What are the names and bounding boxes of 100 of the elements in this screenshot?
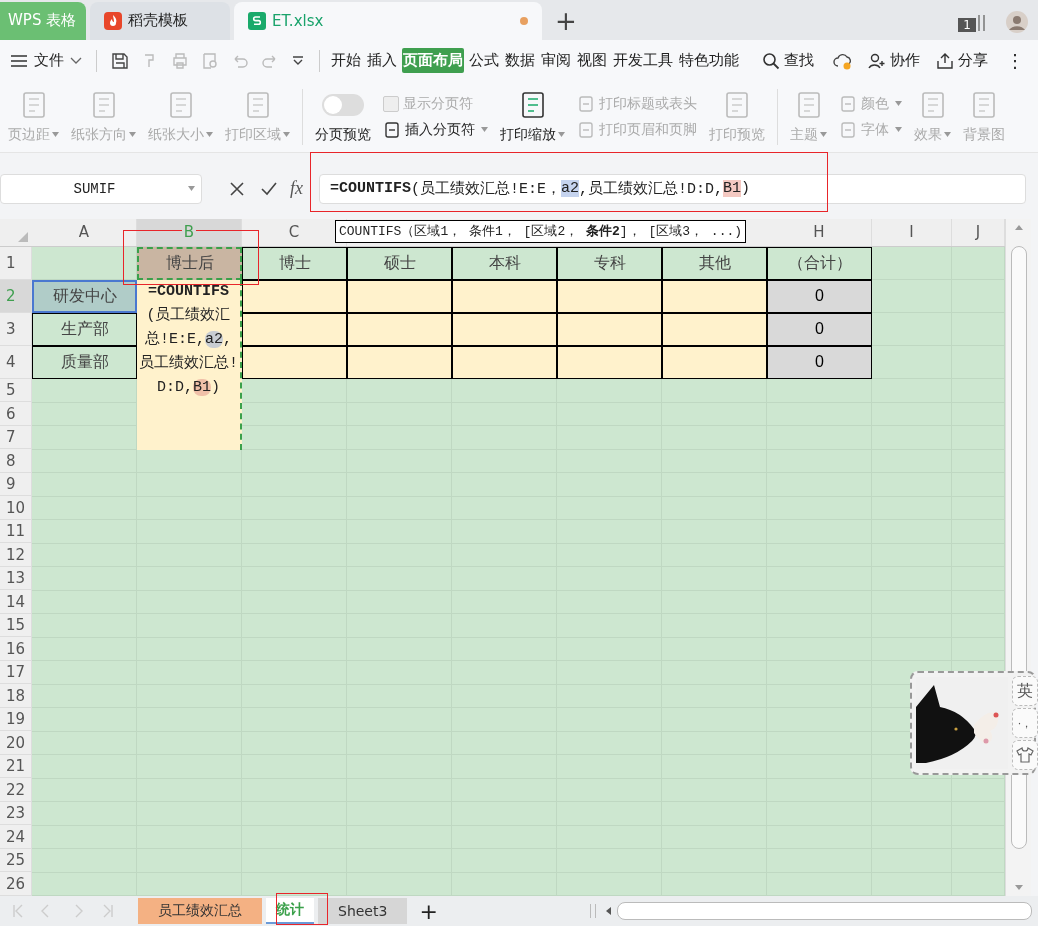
table-cell[interactable]: 0 bbox=[767, 279, 872, 313]
table-cell[interactable] bbox=[347, 345, 452, 379]
table-cell[interactable]: 0 bbox=[767, 312, 872, 346]
table-cell[interactable] bbox=[452, 345, 557, 379]
table-cell[interactable]: 本科 bbox=[452, 246, 557, 280]
cancel-icon[interactable] bbox=[228, 179, 246, 198]
table-cell[interactable] bbox=[452, 279, 557, 313]
page-icon bbox=[383, 120, 401, 139]
language-mode-button[interactable]: 英 bbox=[1012, 676, 1038, 706]
menu-tab[interactable]: 特色功能 bbox=[678, 48, 740, 74]
menu-tab[interactable]: 开始 bbox=[330, 48, 362, 74]
skin-button[interactable] bbox=[1012, 740, 1038, 770]
sheet-tab[interactable]: Sheet3 bbox=[318, 898, 408, 925]
row-header[interactable]: 23 bbox=[0, 801, 32, 826]
row-header[interactable]: 3 bbox=[0, 312, 32, 346]
window-count-badge[interactable]: 1 bbox=[958, 17, 976, 32]
page-break-preview-toggle[interactable]: 分页预览 bbox=[311, 89, 375, 144]
column-header[interactable]: A bbox=[76, 223, 92, 242]
sheet-tab[interactable]: 员工绩效汇总 bbox=[138, 898, 262, 925]
menu-tab[interactable]: 数据 bbox=[504, 48, 536, 74]
row-header[interactable]: 25 bbox=[0, 848, 32, 873]
scroll-down-icon[interactable] bbox=[1014, 885, 1023, 891]
row-header[interactable]: 19 bbox=[0, 707, 32, 732]
collaborate-button[interactable]: 协作 bbox=[862, 51, 926, 71]
row-header[interactable]: 1 bbox=[0, 246, 32, 280]
row-header[interactable]: 8 bbox=[0, 449, 32, 473]
table-cell[interactable]: 研发中心 bbox=[32, 279, 137, 313]
function-tooltip: COUNTIFS（区域1， 条件1， [区域2， 条件2]， [区域3， ...) bbox=[335, 219, 747, 243]
table-cell[interactable] bbox=[347, 279, 452, 313]
title-tab[interactable]: 稻壳模板 bbox=[90, 1, 230, 40]
name-box[interactable]: SUMIF bbox=[0, 173, 202, 204]
new-tab-button[interactable]: + bbox=[546, 1, 586, 40]
formula-input[interactable]: =COUNTIFS(员工绩效汇总!E:E，a2,员工绩效汇总!D:D,B1) bbox=[319, 173, 1026, 204]
menu-tab[interactable]: 公式 bbox=[468, 48, 500, 74]
menu-tab[interactable]: 审阅 bbox=[540, 48, 572, 74]
insert-function-button[interactable]: fx bbox=[290, 178, 303, 200]
row-header[interactable]: 7 bbox=[0, 425, 32, 450]
share-icon bbox=[936, 51, 954, 70]
row-header[interactable]: 26 bbox=[0, 872, 32, 896]
table-cell[interactable]: 其他 bbox=[662, 246, 767, 280]
row-header[interactable]: 16 bbox=[0, 637, 32, 661]
column-header[interactable]: C bbox=[286, 223, 302, 242]
row-header[interactable]: 12 bbox=[0, 543, 32, 567]
table-cell[interactable]: 博士 bbox=[242, 246, 347, 280]
table-cell[interactable] bbox=[662, 279, 767, 313]
column-header[interactable]: J bbox=[973, 223, 983, 242]
row-header[interactable]: 21 bbox=[0, 754, 32, 779]
table-cell[interactable] bbox=[242, 312, 347, 346]
search-icon bbox=[762, 51, 780, 70]
table-cell[interactable] bbox=[557, 345, 662, 379]
row-header[interactable]: 22 bbox=[0, 778, 32, 802]
menu-tab[interactable]: 插入 bbox=[366, 48, 398, 74]
row-header[interactable]: 5 bbox=[0, 378, 32, 403]
table-cell[interactable]: （合计） bbox=[767, 246, 872, 280]
table-cell[interactable] bbox=[452, 312, 557, 346]
row-header[interactable]: 15 bbox=[0, 613, 32, 638]
table-cell[interactable]: 生产部 bbox=[32, 312, 137, 346]
scroll-left-icon[interactable] bbox=[605, 907, 611, 916]
punctuation-button[interactable]: ·， bbox=[1012, 708, 1038, 738]
table-cell[interactable]: 0 bbox=[767, 345, 872, 379]
table-cell[interactable] bbox=[557, 279, 662, 313]
column-header[interactable]: I bbox=[907, 223, 916, 242]
row-header[interactable]: 6 bbox=[0, 402, 32, 426]
row-header[interactable]: 18 bbox=[0, 684, 32, 708]
row-header[interactable]: 24 bbox=[0, 825, 32, 849]
menu-tab[interactable]: 视图 bbox=[576, 48, 608, 74]
row-header[interactable]: 17 bbox=[0, 660, 32, 685]
column-header[interactable]: H bbox=[811, 223, 827, 242]
table-cell[interactable]: 硕士 bbox=[347, 246, 452, 280]
cell-editor[interactable]: =COUNTIFS (员工绩效汇总!E:E,a2,员工绩效汇总!D:D,B1) bbox=[137, 279, 242, 450]
page-icon bbox=[577, 94, 595, 113]
file-menu[interactable]: 文件 bbox=[6, 51, 86, 71]
add-sheet-button[interactable]: + bbox=[411, 898, 446, 924]
ribbon-button[interactable]: 打印缩放 bbox=[496, 89, 569, 144]
table-cell[interactable]: 质量部 bbox=[32, 345, 137, 379]
share-button[interactable]: 分享 bbox=[930, 51, 994, 71]
menu-tab[interactable]: 开发工具 bbox=[612, 48, 674, 74]
caret-icon[interactable] bbox=[188, 186, 195, 192]
table-cell[interactable] bbox=[347, 312, 452, 346]
row-header[interactable]: 10 bbox=[0, 496, 32, 520]
table-cell[interactable] bbox=[242, 279, 347, 313]
more-button[interactable]: ⋮ bbox=[998, 50, 1032, 72]
ribbon-button[interactable]: 插入分页符 bbox=[379, 120, 492, 139]
row-header[interactable]: 20 bbox=[0, 731, 32, 755]
table-cell[interactable] bbox=[557, 312, 662, 346]
page-icon bbox=[839, 120, 857, 139]
scroll-up-icon[interactable] bbox=[1014, 224, 1023, 230]
row-header[interactable]: 9 bbox=[0, 472, 32, 497]
search-button[interactable]: 查找 bbox=[756, 51, 820, 71]
table-cell[interactable] bbox=[242, 345, 347, 379]
save-icon[interactable] bbox=[111, 51, 129, 70]
table-cell[interactable] bbox=[662, 345, 767, 379]
table-cell[interactable] bbox=[662, 312, 767, 346]
table-cell[interactable]: 专科 bbox=[557, 246, 662, 280]
row-header[interactable]: 13 bbox=[0, 566, 32, 591]
row-header[interactable]: 11 bbox=[0, 519, 32, 544]
row-header[interactable]: 4 bbox=[0, 345, 32, 379]
row-header[interactable]: 14 bbox=[0, 590, 32, 614]
table-cell[interactable]: 博士后 bbox=[137, 246, 242, 280]
avatar[interactable] bbox=[1006, 10, 1028, 33]
